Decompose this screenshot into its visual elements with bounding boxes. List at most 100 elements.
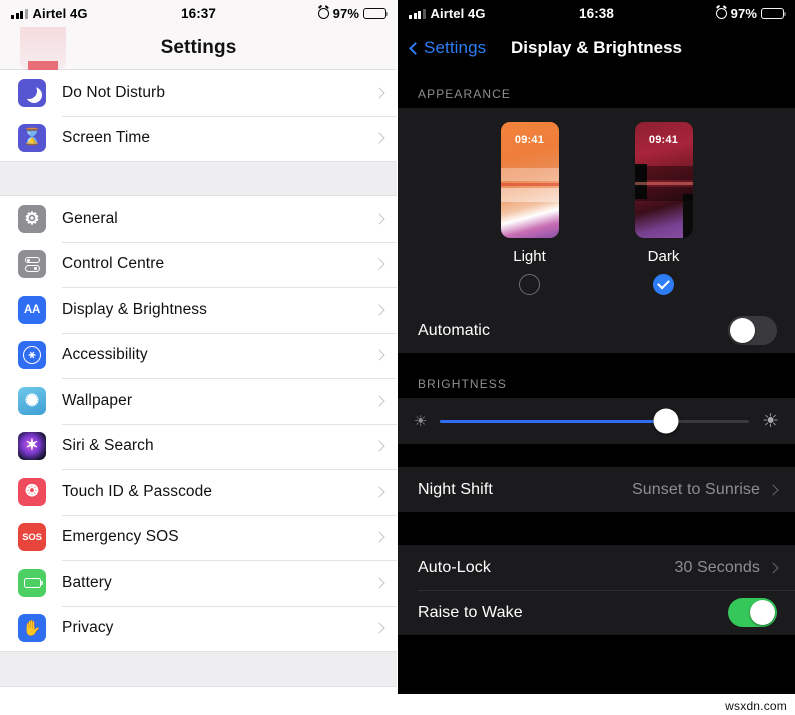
appearance-option-label: Light	[513, 248, 546, 265]
appearance-option-label: Dark	[647, 248, 680, 265]
chevron-right-icon	[373, 304, 385, 316]
sidebar-item-wallpaper[interactable]: ✺ Wallpaper	[0, 378, 397, 424]
sidebar-item-label: Display & Brightness	[62, 300, 208, 318]
chevron-right-icon	[373, 213, 385, 225]
hourglass-icon: ⌛	[18, 124, 46, 153]
section-gap	[398, 512, 795, 545]
light-radio-button[interactable]	[519, 274, 540, 295]
appearance-section-header: APPEARANCE	[398, 69, 795, 108]
raise-to-wake-toggle[interactable]	[728, 598, 777, 627]
chevron-right-icon	[373, 258, 385, 270]
appearance-option-light[interactable]: 09:41 Light	[500, 122, 559, 295]
sun-large-icon: ☀	[761, 410, 779, 432]
wallpaper-flower-icon: ✺	[18, 386, 46, 415]
back-button-label: Settings	[424, 38, 487, 57]
automatic-row[interactable]: Automatic	[398, 308, 795, 353]
battery-percent-label: 97%	[730, 6, 757, 21]
control-centre-icon	[18, 250, 46, 279]
auto-lock-value: 30 Seconds	[674, 558, 760, 576]
right-nav-bar: Settings Display & Brightness	[398, 27, 795, 69]
brightness-slider[interactable]	[440, 408, 749, 434]
chevron-right-icon	[373, 440, 385, 452]
automatic-toggle[interactable]	[728, 316, 777, 345]
sidebar-item-touch-id-and-passcode[interactable]: ❂ Touch ID & Passcode	[0, 469, 397, 515]
sidebar-item-label: Battery	[62, 573, 112, 591]
sidebar-item-battery[interactable]: Battery	[0, 560, 397, 606]
sos-icon: SOS	[18, 523, 46, 552]
sidebar-item-label: Siri & Search	[62, 437, 154, 455]
raise-to-wake-row[interactable]: Raise to Wake	[398, 590, 795, 635]
chevron-right-icon	[373, 577, 385, 589]
fingerprint-icon: ❂	[18, 477, 46, 506]
sidebar-item-display-and-brightness[interactable]: AA Display & Brightness	[0, 287, 397, 333]
section-gap	[398, 444, 795, 467]
sidebar-item-screen-time[interactable]: ⌛ Screen Time	[0, 115, 397, 161]
automatic-label: Automatic	[418, 321, 491, 339]
chevron-right-icon	[767, 483, 779, 496]
list-group-separator	[0, 161, 397, 196]
appearance-options: 09:41 Light 09:41 Dark	[398, 122, 795, 295]
sidebar-item-control-centre[interactable]: Control Centre	[0, 241, 397, 287]
sidebar-item-label: Wallpaper	[62, 391, 133, 409]
sidebar-item-do-not-disturb[interactable]: Do Not Disturb	[0, 70, 397, 116]
dark-wallpaper-thumbnail[interactable]: 09:41	[634, 122, 693, 238]
screenshot-stage: Airtel 4G 16:37 97% Settings Do Not Dist…	[0, 0, 795, 715]
sidebar-item-label: General	[62, 209, 118, 227]
right-status-bar: Airtel 4G 16:38 97%	[398, 0, 795, 27]
left-nav-bar: Settings	[0, 27, 397, 76]
sidebar-item-label: Do Not Disturb	[62, 83, 166, 101]
battery-icon	[18, 568, 46, 597]
signal-bars-icon	[409, 8, 426, 19]
page-title: Settings	[160, 37, 237, 58]
gear-icon: ⚙	[18, 204, 46, 233]
left-phone-screen: Airtel 4G 16:37 97% Settings Do Not Dist…	[0, 0, 397, 715]
night-shift-label: Night Shift	[418, 480, 493, 498]
sidebar-item-general[interactable]: ⚙ General	[0, 196, 397, 242]
thumbnail-time: 09:41	[514, 134, 545, 146]
sidebar-item-label: Privacy	[62, 619, 114, 637]
carrier-label: Airtel 4G	[32, 6, 88, 21]
battery-percent-label: 97%	[332, 6, 359, 21]
sidebar-item-privacy[interactable]: ✋ Privacy	[0, 605, 397, 651]
lock-settings-card: Auto-Lock 30 Seconds Raise to Wake	[398, 545, 795, 635]
sidebar-item-label: Emergency SOS	[62, 528, 179, 546]
chevron-right-icon	[767, 561, 779, 574]
chevron-right-icon	[373, 622, 385, 634]
hand-icon: ✋	[18, 614, 46, 643]
auto-lock-label: Auto-Lock	[418, 558, 491, 576]
sidebar-item-accessibility[interactable]: ⚹ Accessibility	[0, 332, 397, 378]
raise-to-wake-label: Raise to Wake	[418, 603, 523, 621]
right-status-carrier-group: Airtel 4G	[409, 6, 486, 21]
siri-icon: ✶	[18, 432, 46, 461]
sidebar-item-label: Control Centre	[62, 255, 165, 273]
night-shift-row[interactable]: Night Shift Sunset to Sunrise	[398, 467, 795, 512]
appearance-option-dark[interactable]: 09:41 Dark	[634, 122, 693, 295]
auto-lock-row[interactable]: Auto-Lock 30 Seconds	[398, 545, 795, 590]
dark-radio-button[interactable]	[653, 274, 674, 295]
section-gap	[398, 353, 795, 373]
sidebar-item-siri-and-search[interactable]: ✶ Siri & Search	[0, 423, 397, 469]
aa-text-icon: AA	[18, 295, 46, 324]
sun-small-icon: ☀	[414, 412, 428, 430]
battery-icon	[761, 7, 787, 20]
sidebar-item-label: Accessibility	[62, 346, 148, 364]
moon-icon	[18, 78, 46, 107]
right-phone-screen: Airtel 4G 16:38 97% Settings Display & B…	[398, 0, 795, 694]
sidebar-item-emergency-sos[interactable]: SOS Emergency SOS	[0, 514, 397, 560]
brightness-slider-row[interactable]: ☀ ☀	[398, 398, 795, 444]
watermark: wsxdn.com	[725, 699, 787, 713]
carrier-label: Airtel 4G	[430, 6, 486, 21]
back-button[interactable]: Settings	[409, 38, 487, 58]
alarm-icon	[317, 8, 329, 19]
light-wallpaper-thumbnail[interactable]: 09:41	[500, 122, 559, 238]
night-shift-value: Sunset to Sunrise	[632, 480, 760, 498]
chevron-right-icon	[373, 349, 385, 361]
signal-bars-icon	[11, 8, 28, 19]
list-bottom-separator	[0, 651, 397, 687]
battery-icon	[363, 7, 389, 20]
sidebar-item-label: Touch ID & Passcode	[62, 482, 213, 500]
left-status-right-group: 97%	[317, 6, 389, 21]
appearance-card: 09:41 Light 09:41 Dark	[398, 108, 795, 308]
chevron-right-icon	[373, 132, 385, 144]
chevron-right-icon	[373, 87, 385, 99]
